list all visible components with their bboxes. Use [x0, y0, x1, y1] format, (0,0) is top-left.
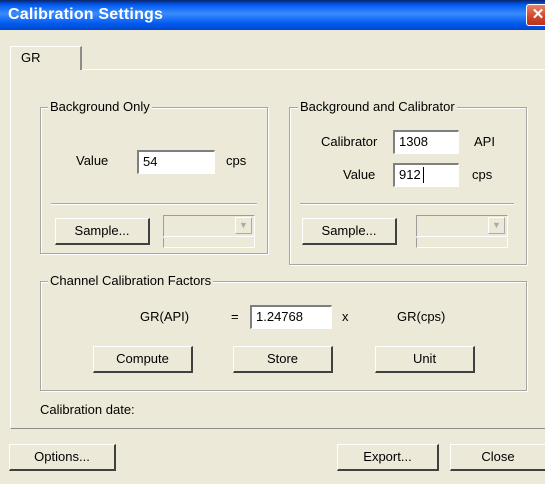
gr-cps-label: GR(cps) [397, 309, 446, 324]
background-only-legend: Background Only [48, 99, 152, 114]
channel-factors-legend: Channel Calibration Factors [48, 273, 214, 288]
chevron-down-icon[interactable]: ▼ [235, 217, 252, 234]
bg-sample-combo[interactable]: ▼ [163, 215, 255, 237]
unit-button[interactable]: Unit [375, 346, 475, 373]
bg-value-unit: cps [226, 153, 247, 168]
calibrator-field[interactable]: 1308 [393, 130, 459, 154]
tab-gr[interactable]: GR [10, 46, 82, 70]
bc-separator [300, 203, 514, 205]
export-button[interactable]: Export... [337, 444, 439, 471]
tab-gr-label: GR [21, 50, 41, 65]
bc-combo-underline [416, 238, 508, 248]
compute-button[interactable]: Compute [93, 346, 193, 373]
bc-sample-button[interactable]: Sample... [302, 218, 397, 245]
background-only-group: Background Only Value 54 cps Sample... ▼ [40, 99, 268, 254]
bc-sample-combo[interactable]: ▼ [416, 215, 508, 237]
background-calibrator-group: Background and Calibrator Calibrator 130… [289, 99, 527, 265]
chevron-down-icon[interactable]: ▼ [488, 217, 505, 234]
window-title: Calibration Settings [8, 6, 164, 23]
title-bar: Calibration Settings ✕ [0, 0, 545, 30]
channel-factors-group: Channel Calibration Factors GR(API) = 1.… [40, 273, 527, 391]
bc-value-field[interactable]: 912 [393, 163, 459, 187]
tab-strip-divider [10, 69, 545, 70]
bc-value-label: Value [343, 167, 376, 182]
calibration-settings-window: Calibration Settings ✕ GR Background Onl… [0, 0, 545, 484]
gr-api-label: GR(API) [140, 309, 190, 324]
bg-separator [51, 203, 257, 205]
equals-sign: = [231, 309, 239, 324]
text-caret [423, 167, 424, 183]
close-icon[interactable]: ✕ [526, 4, 545, 26]
calibration-date-label: Calibration date: [40, 402, 135, 417]
bg-value-label: Value [76, 153, 109, 168]
bg-value-field[interactable]: 54 [137, 150, 215, 174]
store-button[interactable]: Store [233, 346, 333, 373]
calibrator-label: Calibrator [321, 134, 378, 149]
times-sign: x [342, 309, 349, 324]
bg-combo-underline [163, 238, 255, 248]
options-button[interactable]: Options... [9, 444, 116, 471]
calibrator-unit: API [474, 134, 495, 149]
bc-value-unit: cps [472, 167, 493, 182]
background-calibrator-legend: Background and Calibrator [298, 99, 457, 114]
close-button[interactable]: Close [450, 444, 545, 471]
factor-field[interactable]: 1.24768 [250, 305, 332, 329]
bg-sample-button[interactable]: Sample... [55, 218, 150, 245]
